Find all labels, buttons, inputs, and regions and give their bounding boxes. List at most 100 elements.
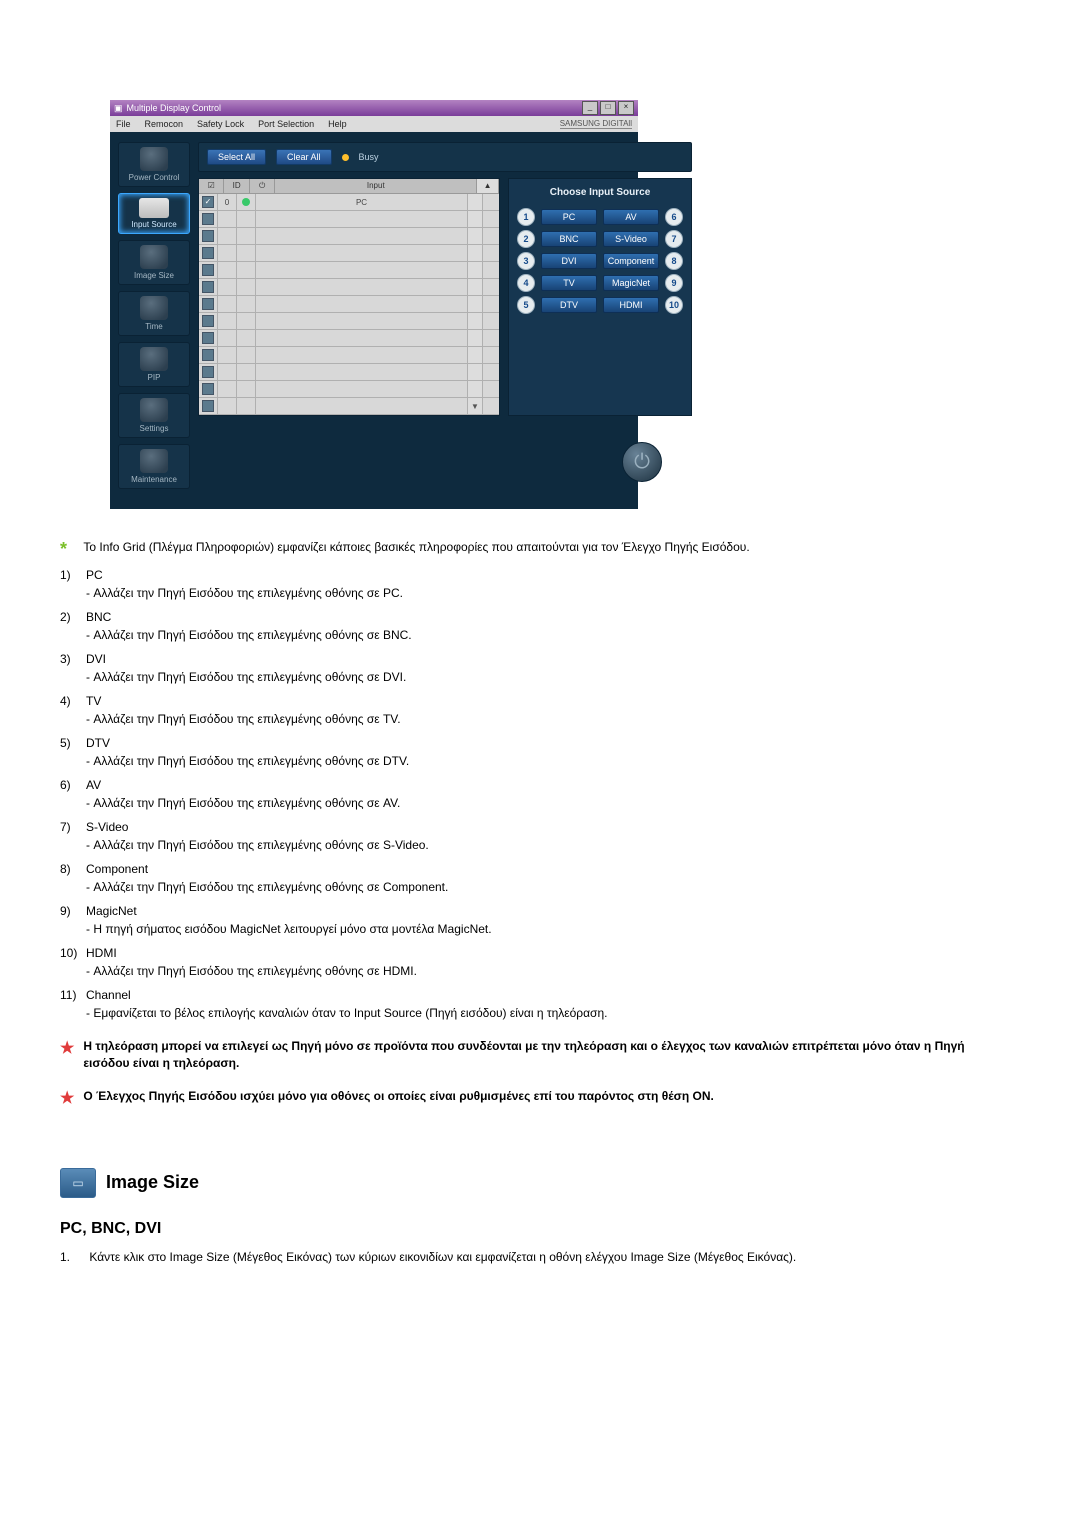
scroll-down-icon[interactable]: ▼ (468, 398, 483, 414)
table-row[interactable] (199, 228, 499, 245)
item-number: 1. (60, 1248, 86, 1266)
item-body: BNC- Αλλάζει την Πηγή Εισόδου της επιλεγ… (86, 608, 1006, 644)
pip-icon (140, 347, 168, 371)
item-body: AV- Αλλάζει την Πηγή Εισόδου της επιλεγμ… (86, 776, 1006, 812)
menu-help[interactable]: Help (328, 119, 347, 129)
panel-title: Choose Input Source (550, 187, 651, 198)
clear-all-button[interactable]: Clear All (276, 149, 332, 165)
source-av-button[interactable]: AV (603, 209, 659, 225)
row-checkbox[interactable] (202, 196, 214, 208)
close-button[interactable]: × (618, 101, 634, 115)
table-row[interactable]: ▼ (199, 398, 499, 415)
busy-indicator-icon (342, 154, 349, 161)
menu-port-selection[interactable]: Port Selection (258, 119, 314, 129)
item-number: 4) (60, 692, 86, 710)
item-number: 5) (60, 734, 86, 752)
list-item: 2)BNC- Αλλάζει την Πηγή Εισόδου της επιλ… (60, 608, 1020, 644)
row-checkbox[interactable] (202, 315, 214, 327)
item-number: 6) (60, 776, 86, 794)
list-item: 5)DTV- Αλλάζει την Πηγή Εισόδου της επιλ… (60, 734, 1020, 770)
sidebar-item-maintenance[interactable]: Maintenance (118, 444, 190, 489)
sidebar-item-label: Maintenance (131, 475, 177, 484)
minimize-button[interactable]: _ (582, 101, 598, 115)
menu-remocon[interactable]: Remocon (145, 119, 184, 129)
item-body: S-Video- Αλλάζει την Πηγή Εισόδου της επ… (86, 818, 1006, 854)
sidebar-item-input-source[interactable]: Input Source (118, 193, 190, 234)
power-button[interactable]: ⏻ (622, 442, 662, 482)
row-checkbox[interactable] (202, 247, 214, 259)
source-tv-button[interactable]: TV (541, 275, 597, 291)
table-row[interactable]: 0 PC (199, 194, 499, 211)
menu-safety-lock[interactable]: Safety Lock (197, 119, 244, 129)
list-item: 4)TV- Αλλάζει την Πηγή Εισόδου της επιλε… (60, 692, 1020, 728)
sidebar-item-label: Power Control (129, 173, 180, 182)
col-power[interactable]: ⏻ (250, 179, 275, 193)
table-row[interactable] (199, 330, 499, 347)
table-row[interactable] (199, 381, 499, 398)
row-checkbox[interactable] (202, 264, 214, 276)
row-checkbox[interactable] (202, 298, 214, 310)
source-pc-button[interactable]: PC (541, 209, 597, 225)
list-item: 1)PC- Αλλάζει την Πηγή Εισόδου της επιλε… (60, 566, 1020, 602)
row-checkbox[interactable] (202, 332, 214, 344)
toolbar: Select All Clear All Busy (198, 142, 692, 172)
badge-4: 4 (517, 274, 535, 292)
table-row[interactable] (199, 211, 499, 228)
col-checkbox[interactable]: ☑ (199, 179, 224, 193)
menu-file[interactable]: File (116, 119, 131, 129)
source-bnc-button[interactable]: BNC (541, 231, 597, 247)
source-dvi-button[interactable]: DVI (541, 253, 597, 269)
source-hdmi-button[interactable]: HDMI (603, 297, 659, 313)
sidebar-item-pip[interactable]: PIP (118, 342, 190, 387)
app-window: ▣ Multiple Display Control _ □ × File Re… (110, 100, 638, 509)
table-row[interactable] (199, 262, 499, 279)
item-text: Κάντε κλικ στο Image Size (Μέγεθος Εικόν… (89, 1248, 1009, 1266)
row-checkbox[interactable] (202, 366, 214, 378)
source-component-button[interactable]: Component (603, 253, 659, 269)
item-number: 8) (60, 860, 86, 878)
sidebar-item-settings[interactable]: Settings (118, 393, 190, 438)
item-number: 10) (60, 944, 86, 962)
list-item: 9)MagicNet- Η πηγή σήματος εισόδου Magic… (60, 902, 1020, 938)
item-number: 11) (60, 986, 86, 1004)
choose-input-panel: Choose Input Source 1 PC AV 6 2 BNC S-Vi… (508, 178, 692, 416)
clock-icon (140, 296, 168, 320)
scroll-up-icon[interactable]: ▲ (477, 179, 499, 193)
source-dtv-button[interactable]: DTV (541, 297, 597, 313)
scrollbar[interactable] (468, 194, 483, 210)
source-svideo-button[interactable]: S-Video (603, 231, 659, 247)
brand-label: SAMSUNG DIGITAll (560, 119, 632, 129)
list-item: 11)Channel- Εμφανίζεται το βέλος επιλογή… (60, 986, 1020, 1022)
table-row[interactable] (199, 347, 499, 364)
col-input[interactable]: Input (275, 179, 477, 193)
star-icon: * (60, 539, 80, 560)
sidebar-item-image-size[interactable]: Image Size (118, 240, 190, 285)
row-checkbox[interactable] (202, 383, 214, 395)
sidebar-item-label: Image Size (134, 271, 174, 280)
row-checkbox[interactable] (202, 349, 214, 361)
list-item: 3)DVI- Αλλάζει την Πηγή Εισόδου της επιλ… (60, 650, 1020, 686)
badge-8: 8 (665, 252, 683, 270)
maximize-button[interactable]: □ (600, 101, 616, 115)
item-number: 3) (60, 650, 86, 668)
star-red-icon: ★ (60, 1088, 80, 1108)
select-all-button[interactable]: Select All (207, 149, 266, 165)
table-row[interactable] (199, 313, 499, 330)
row-checkbox[interactable] (202, 213, 214, 225)
section-header: ▭ Image Size (60, 1168, 1020, 1198)
sidebar-item-time[interactable]: Time (118, 291, 190, 336)
window-titlebar[interactable]: ▣ Multiple Display Control _ □ × (110, 100, 638, 116)
source-magicnet-button[interactable]: MagicNet (603, 275, 659, 291)
row-checkbox[interactable] (202, 230, 214, 242)
sidebar-item-power-control[interactable]: Power Control (118, 142, 190, 187)
list-item: 8)Component- Αλλάζει την Πηγή Εισόδου τη… (60, 860, 1020, 896)
table-row[interactable] (199, 279, 499, 296)
table-row[interactable] (199, 245, 499, 262)
col-id[interactable]: ID (224, 179, 249, 193)
table-row[interactable] (199, 364, 499, 381)
table-row[interactable] (199, 296, 499, 313)
row-checkbox[interactable] (202, 400, 214, 412)
row-checkbox[interactable] (202, 281, 214, 293)
footer-area: ⏻ (198, 422, 692, 482)
power-icon (140, 147, 168, 171)
